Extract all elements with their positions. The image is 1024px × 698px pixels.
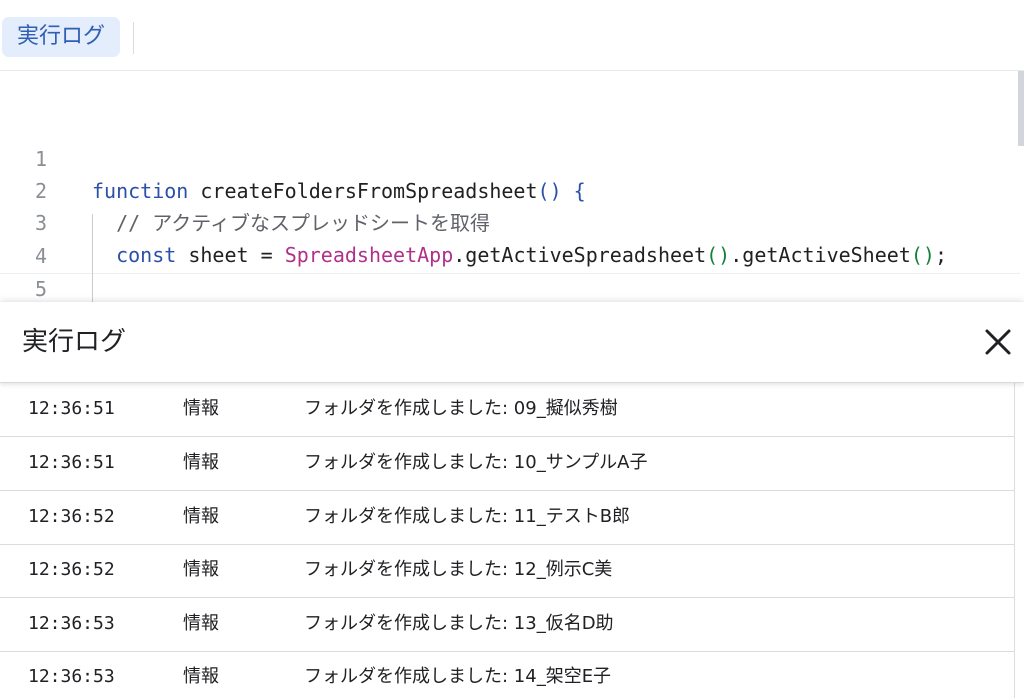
log-message: フォルダを作成しました: 10_サンプルA子 (304, 452, 648, 473)
log-time: 12:36:51 (28, 452, 115, 473)
log-list: 12:36:51 情報 フォルダを作成しました: 09_擬似秀樹 12:36:5… (0, 383, 1015, 698)
log-row: 12:36:52 情報 フォルダを作成しました: 11_テストB郎 (0, 491, 1014, 545)
code-line-current[interactable]: 6 const folderNames = sheet.getRange("A1… (0, 273, 1020, 303)
log-level: 情報 (183, 666, 219, 687)
toolbar-divider (133, 22, 134, 54)
log-row: 12:36:53 情報 フォルダを作成しました: 14_架空E子 (0, 651, 1014, 698)
log-level: 情報 (183, 398, 219, 419)
code-editor[interactable]: 1 function createFoldersFromSpreadsheet(… (0, 70, 1024, 303)
log-time: 12:36:51 (28, 398, 115, 419)
log-row: 12:36:51 情報 フォルダを作成しました: 10_サンプルA子 (0, 437, 1014, 491)
log-message: フォルダを作成しました: 09_擬似秀樹 (304, 398, 618, 419)
code-line[interactable]: 4 (0, 208, 1020, 268)
log-message: フォルダを作成しました: 14_架空E子 (304, 666, 612, 687)
execution-log-panel: 実行ログ 12:36:51 情報 フォルダを作成しました: 09_擬似秀樹 12… (0, 302, 1024, 698)
code-line[interactable]: 3 const sheet = SpreadsheetApp.getActive… (0, 175, 1020, 267)
log-level: 情報 (183, 613, 219, 634)
close-icon[interactable] (978, 322, 1018, 362)
execution-log-button[interactable]: 実行ログ (2, 17, 120, 57)
code-line[interactable]: 1 function createFoldersFromSpreadsheet(… (0, 111, 1020, 203)
log-panel-header: 実行ログ (0, 302, 1024, 383)
log-time: 12:36:53 (28, 666, 115, 687)
log-level: 情報 (183, 506, 219, 527)
log-time: 12:36:52 (28, 559, 115, 580)
log-message: フォルダを作成しました: 13_仮名D助 (304, 613, 614, 634)
log-panel-title: 実行ログ (22, 327, 127, 357)
log-row: 12:36:52 情報 フォルダを作成しました: 12_例示C美 (0, 544, 1014, 598)
log-level: 情報 (183, 452, 219, 473)
toolbar: 実行ログ (0, 0, 1024, 70)
code-line[interactable]: 5 // A列のデータを取得 (0, 241, 1020, 301)
log-message: フォルダを作成しました: 11_テストB郎 (304, 506, 631, 527)
log-time: 12:36:52 (28, 506, 115, 527)
log-message: フォルダを作成しました: 12_例示C美 (304, 559, 613, 580)
log-row: 12:36:51 情報 フォルダを作成しました: 09_擬似秀樹 (0, 383, 1014, 437)
log-time: 12:36:53 (28, 613, 115, 634)
indent-guide (92, 214, 93, 303)
editor-scrollbar[interactable] (1018, 71, 1024, 146)
code-line[interactable]: 2 // アクティブなスプレッドシートを取得 (0, 143, 1020, 235)
log-row: 12:36:53 情報 フォルダを作成しました: 13_仮名D助 (0, 598, 1014, 652)
log-level: 情報 (183, 559, 219, 580)
